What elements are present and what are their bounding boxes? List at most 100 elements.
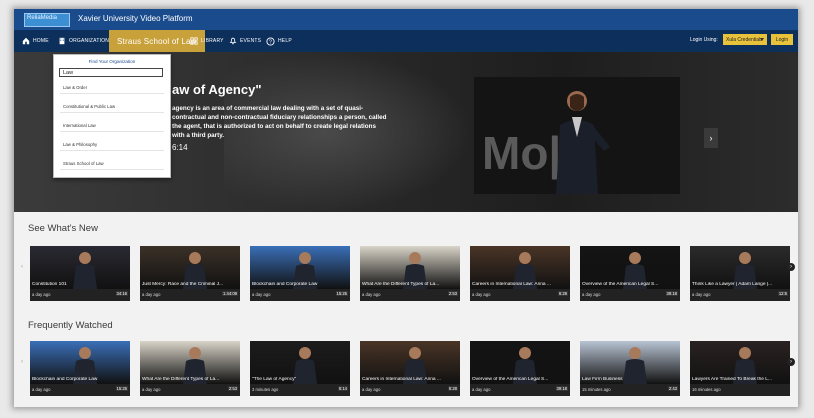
row-frequent: Blockchain and Corporate Law a day ago 15:…: [30, 341, 798, 396]
video-age: a day ago: [252, 292, 271, 297]
video-card[interactable]: Careers in International Law: Anna ... a …: [360, 341, 460, 396]
video-title: Blockchain and Corporate Law: [252, 282, 318, 287]
video-card[interactable]: "The Law of Agency" 3 minutes ago 6:14: [250, 341, 350, 396]
video-title: Lawyers Are Trained To Break the L...: [692, 377, 772, 382]
video-title: What Are the Different Types of La...: [362, 282, 440, 287]
video-duration: 39:18: [665, 291, 678, 296]
row2-next-button[interactable]: ›: [787, 358, 795, 366]
help-icon: ?: [266, 36, 275, 46]
video-title: Law Firm Business: [582, 377, 623, 382]
nav-home[interactable]: HOME: [22, 30, 49, 52]
organization-option[interactable]: Straus School of Law: [60, 158, 164, 170]
video-title: Blockchain and Corporate Law: [32, 377, 98, 382]
video-card[interactable]: Lawyers Are Trained To Break the L... 16 …: [690, 341, 790, 396]
video-card[interactable]: Constitution 101 a day ago 34:16: [30, 246, 130, 301]
video-title: "The Law of Agency": [252, 377, 297, 382]
video-duration: 6:28: [557, 291, 568, 296]
speaker-image: Mo||: [474, 77, 680, 194]
hero-title: aw of Agency": [172, 82, 262, 97]
video-age: a day ago: [692, 292, 711, 297]
main-nav: HOME ORGANIZATION Straus School of Law L…: [14, 30, 798, 52]
row2-prev-button[interactable]: ‹: [18, 358, 26, 366]
hero-video-preview[interactable]: Mo||: [474, 77, 680, 194]
video-age: a day ago: [472, 292, 491, 297]
dropdown-heading: Find Your Organization: [88, 59, 136, 64]
video-title: Overview of the American Legal S...: [472, 377, 549, 382]
video-age: a day ago: [142, 387, 161, 392]
video-title: Careers in International Law: Anna ...: [472, 282, 551, 287]
login-button[interactable]: Login: [771, 34, 793, 45]
nav-help[interactable]: ? HELP: [266, 30, 292, 52]
video-duration: 2:43: [667, 386, 678, 391]
video-card[interactable]: Blockchain and Corporate Law a day ago 15:…: [250, 246, 350, 301]
video-age: 3 minutes ago: [252, 387, 279, 392]
logo-text: ReliaMedia: [27, 15, 58, 21]
app-window: ReliaMedia Xavier University Video Platf…: [14, 9, 798, 407]
video-duration: 15:25: [335, 291, 348, 296]
section-title-frequent: Frequently Watched: [28, 320, 113, 331]
video-duration: 34:16: [115, 291, 128, 296]
video-age: a day ago: [32, 292, 51, 297]
video-duration: 6:14: [337, 386, 348, 391]
video-title: What Are the Different Types of La...: [142, 377, 220, 382]
video-title: Careers in International Law: Anna ...: [362, 377, 441, 382]
video-card[interactable]: Think Like a Lawyer | Adam Lange |... a d…: [690, 246, 790, 301]
video-title: Constitution 101: [32, 282, 67, 287]
row1-next-button[interactable]: ›: [787, 263, 795, 271]
video-card[interactable]: What Are the Different Types of La... a d…: [140, 341, 240, 396]
nav-home-label: HOME: [33, 38, 49, 44]
video-age: a day ago: [582, 292, 601, 297]
video-duration: 39:18: [555, 386, 568, 391]
bell-icon: [229, 37, 237, 45]
video-card[interactable]: Overview of the American Legal S... a day…: [470, 341, 570, 396]
login-label: Login Using:: [690, 37, 718, 43]
video-age: a day ago: [32, 387, 51, 392]
nav-organization[interactable]: ORGANIZATION: [58, 30, 109, 52]
hero-description: agency is an area of commercial law deal…: [172, 105, 387, 139]
organization-option[interactable]: Law & Philosophy: [60, 139, 164, 151]
organization-dropdown: Find Your Organization Law Law & Order C…: [53, 54, 171, 178]
video-card[interactable]: Careers in International Law: Anna ... a …: [470, 246, 570, 301]
nav-library[interactable]: LIBRARY: [190, 30, 224, 52]
organization-option[interactable]: Law & Order: [60, 82, 164, 94]
chevron-down-icon: [760, 38, 764, 41]
video-age: a day ago: [362, 292, 381, 297]
video-duration: 2:53: [447, 291, 458, 296]
video-duration: 6:28: [447, 386, 458, 391]
video-title: Overview of the American Legal S...: [582, 282, 659, 287]
nav-events[interactable]: EVENTS: [229, 30, 261, 52]
video-title: Just Mercy: Race and the Criminal J...: [142, 282, 224, 287]
row1-prev-button[interactable]: ‹: [18, 263, 26, 271]
video-duration: 15:25: [115, 386, 128, 391]
video-duration: 12:5: [777, 291, 788, 296]
nav-events-label: EVENTS: [240, 38, 262, 44]
video-age: 15 minutes ago: [582, 387, 611, 392]
svg-text:?: ?: [269, 39, 272, 45]
active-organization-label: Straus School of Law: [117, 36, 197, 46]
login-method-select[interactable]: Xula Credentials: [723, 34, 767, 45]
home-icon: [22, 37, 30, 45]
video-age: a day ago: [472, 387, 491, 392]
site-title: Xavier University Video Platform: [78, 14, 193, 23]
section-title-new: See What's New: [28, 223, 98, 234]
video-card[interactable]: Law Firm Business 15 minutes ago 2:43: [580, 341, 680, 396]
nav-library-label: LIBRARY: [201, 38, 224, 44]
video-card[interactable]: Overview of the American Legal S... a day…: [580, 246, 680, 301]
login-method-value: Xula Credentials: [726, 36, 763, 43]
video-age: a day ago: [142, 292, 161, 297]
organization-option[interactable]: Constitutional & Public Law: [60, 101, 164, 113]
building-icon: [59, 37, 65, 45]
video-age: 16 minutes ago: [692, 387, 721, 392]
video-card[interactable]: Blockchain and Corporate Law a day ago 15:…: [30, 341, 130, 396]
top-bar: ReliaMedia Xavier University Video Platf…: [14, 9, 798, 30]
video-age: a day ago: [362, 387, 381, 392]
video-card[interactable]: Just Mercy: Race and the Criminal J... a …: [140, 246, 240, 301]
video-card[interactable]: What Are the Different Types of La... a d…: [360, 246, 460, 301]
organization-search-input[interactable]: Law: [59, 68, 163, 77]
nav-organization-label: ORGANIZATION: [69, 38, 110, 44]
hero-next-button[interactable]: ›: [704, 128, 718, 148]
hero-duration: 6:14: [172, 143, 188, 152]
organization-option[interactable]: International Law: [60, 120, 164, 132]
site-logo[interactable]: ReliaMedia: [24, 13, 70, 27]
video-title: Think Like a Lawyer | Adam Lange |...: [692, 282, 773, 287]
